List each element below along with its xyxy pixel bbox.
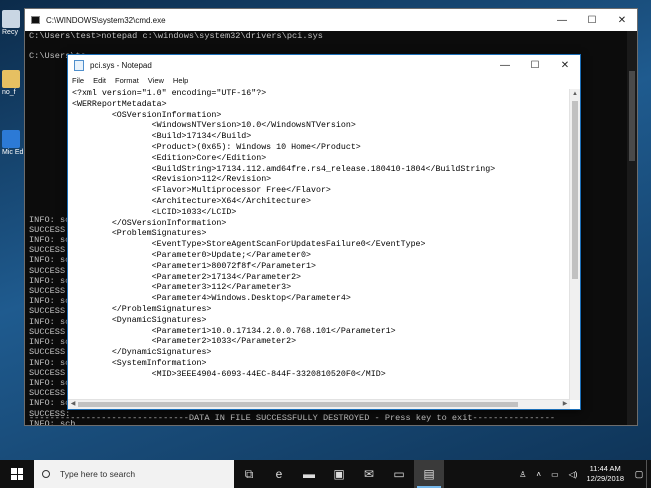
- notepad-line: </ProblemSignatures>: [72, 304, 212, 314]
- notepad-menubar: File Edit Format View Help: [68, 76, 580, 89]
- notepad-line: <SystemInformation>: [72, 358, 207, 368]
- notepad-text-area[interactable]: <?xml version="1.0" encoding="UTF-16"?> <…: [68, 89, 570, 400]
- taskbar: Type here to search ⧉ e ▬ ▣ ✉ ▭ ▤ ♙ ˄ ▭ ◁) 11:…: [0, 460, 651, 488]
- windows-logo-icon: [11, 468, 23, 480]
- notepad-window-controls: — ☐ ✕: [490, 55, 580, 77]
- notepad-window-icon: [74, 60, 84, 71]
- notepad-line: <Parameter4>Windows.Desktop</Parameter4>: [72, 294, 351, 304]
- task-view-icon[interactable]: ⧉: [234, 460, 264, 488]
- notepad-hscroll-thumb[interactable]: [78, 402, 518, 407]
- notepad-line: <Product>(0x65): Windows 10 Home</Produc…: [72, 142, 361, 152]
- notepad-line: <Build>17134</Build>: [72, 132, 252, 142]
- desktop-icon-label: Mic Ed: [2, 149, 24, 156]
- notepad-line: <Revision>112</Revision>: [72, 175, 272, 185]
- action-center-icon[interactable]: ▢: [632, 460, 646, 488]
- cmd-titlebar[interactable]: C:\WINDOWS\system32\cmd.exe — ☐ ✕: [25, 9, 637, 31]
- people-icon[interactable]: ♙: [519, 470, 526, 479]
- volume-icon[interactable]: ◁): [569, 470, 578, 479]
- desktop-icon-folder[interactable]: no_f: [2, 70, 24, 96]
- notepad-line: <ProblemSignatures>: [72, 229, 207, 239]
- cmd-maximize-button[interactable]: ☐: [577, 9, 607, 31]
- notepad-line: <OSVersionInformation>: [72, 110, 222, 120]
- desktop-icon-label: Recy: [2, 29, 18, 36]
- cmd-footer-message: -------------------------------DATA IN F…: [29, 413, 556, 423]
- menu-help[interactable]: Help: [173, 76, 188, 89]
- folder-icon: [2, 70, 20, 88]
- notepad-line: <WERReportMetadata>: [72, 99, 167, 109]
- clock-date: 12/29/2018: [586, 474, 624, 483]
- notepad-line: <MID>3EEE4904-6093-44EC-844F-3320810520F…: [72, 369, 386, 379]
- cmd-window-icon: [31, 16, 40, 24]
- notepad-line: <Architecture>X64</Architecture>: [72, 196, 311, 206]
- system-tray: ♙ ˄ ▭ ◁) 11:44 AM 12/29/2018 ▢: [514, 460, 651, 488]
- cmd-title: C:\WINDOWS\system32\cmd.exe: [46, 15, 166, 25]
- menu-format[interactable]: Format: [115, 76, 139, 89]
- network-icon[interactable]: ▭: [551, 470, 559, 479]
- notepad-line: <Parameter2>17134</Parameter2>: [72, 272, 302, 282]
- search-icon: [42, 470, 50, 478]
- desktop-icon-edge[interactable]: Mic Ed: [2, 130, 24, 156]
- console-line: C:\Users\test>notepad c:\windows\system3…: [29, 31, 323, 41]
- cmd-scrollbar-thumb[interactable]: [629, 71, 635, 161]
- notepad-line: <Edition>Core</Edition>: [72, 153, 267, 163]
- mail-icon[interactable]: ✉: [354, 460, 384, 488]
- notepad-window[interactable]: pci.sys - Notepad — ☐ ✕ File Edit Format…: [67, 54, 581, 410]
- cmd-window-controls: — ☐ ✕: [547, 9, 637, 31]
- search-placeholder: Type here to search: [60, 469, 136, 479]
- menu-edit[interactable]: Edit: [93, 76, 106, 89]
- taskbar-apps: ⧉ e ▬ ▣ ✉ ▭ ▤: [234, 460, 444, 488]
- notepad-line: <Flavor>Multiprocessor Free</Flavor>: [72, 186, 331, 196]
- tray-chevron-icon[interactable]: ˄: [536, 470, 541, 479]
- notepad-line: <LCID>1033</LCID>: [72, 207, 237, 217]
- cmd-minimize-button[interactable]: —: [547, 9, 577, 31]
- recycle-bin-icon: [2, 10, 20, 28]
- scroll-left-arrow-icon[interactable]: ◀: [68, 400, 78, 409]
- cmd-scrollbar[interactable]: [627, 31, 637, 425]
- notepad-icon[interactable]: ▤: [414, 460, 444, 488]
- notepad-line: <?xml version="1.0" encoding="UTF-16"?>: [72, 89, 267, 98]
- notepad-title: pci.sys - Notepad: [90, 61, 152, 70]
- notepad-line: <DynamicSignatures>: [72, 315, 207, 325]
- menu-file[interactable]: File: [72, 76, 84, 89]
- notepad-line: <WindowsNTVersion>10.0</WindowsNTVersion…: [72, 121, 356, 131]
- show-desktop-button[interactable]: [646, 460, 651, 488]
- notepad-line: <Parameter0>Update;</Parameter0>: [72, 250, 311, 260]
- scroll-right-arrow-icon[interactable]: ▶: [560, 400, 570, 409]
- notepad-line: <Parameter3>112</Parameter3>: [72, 283, 292, 293]
- notepad-titlebar[interactable]: pci.sys - Notepad — ☐ ✕: [68, 55, 580, 76]
- edge-icon[interactable]: e: [264, 460, 294, 488]
- menu-view[interactable]: View: [148, 76, 164, 89]
- notepad-close-button[interactable]: ✕: [550, 55, 580, 76]
- notepad-vertical-scrollbar[interactable]: ▲: [569, 89, 580, 400]
- edge-shortcut-icon: [2, 130, 20, 148]
- file-explorer-icon[interactable]: ▬: [294, 460, 324, 488]
- notepad-horizontal-scrollbar[interactable]: ◀ ▶: [68, 399, 570, 409]
- taskbar-search-box[interactable]: Type here to search: [34, 460, 234, 488]
- notepad-line: <Parameter1>10.0.17134.2.0.0.768.101</Pa…: [72, 326, 396, 336]
- store-icon[interactable]: ▣: [324, 460, 354, 488]
- desktop-icon-label: no_f: [2, 89, 16, 96]
- notepad-line: <EventType>StoreAgentScanForUpdatesFailu…: [72, 240, 426, 250]
- notepad-maximize-button[interactable]: ☐: [520, 55, 550, 76]
- clock-time: 11:44 AM: [589, 464, 621, 473]
- cmd-icon[interactable]: ▭: [384, 460, 414, 488]
- start-button[interactable]: [0, 460, 34, 488]
- notepad-line: </OSVersionInformation>: [72, 218, 227, 228]
- notepad-minimize-button[interactable]: —: [490, 55, 520, 76]
- scroll-up-arrow-icon[interactable]: ▲: [570, 89, 580, 99]
- taskbar-clock[interactable]: 11:44 AM 12/29/2018: [586, 464, 624, 484]
- cmd-close-button[interactable]: ✕: [607, 9, 637, 31]
- notepad-line: <Parameter2>1033</Parameter2>: [72, 337, 297, 347]
- notepad-line: <BuildString>17134.112.amd64fre.rs4_rele…: [72, 164, 496, 174]
- notepad-line: </DynamicSignatures>: [72, 348, 212, 358]
- desktop-icon-recycle-bin[interactable]: Recy: [2, 10, 24, 36]
- notepad-vscroll-thumb[interactable]: [572, 101, 578, 279]
- notepad-line: <Parameter1>80072f8f</Parameter1>: [72, 261, 316, 271]
